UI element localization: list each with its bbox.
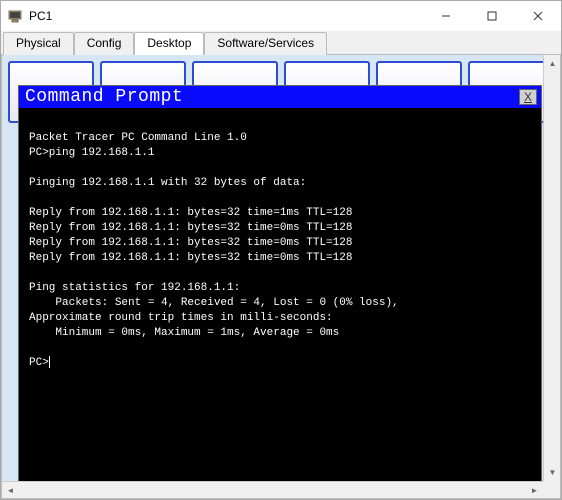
terminal-line: Minimum = 0ms, Maximum = 1ms, Average = … bbox=[29, 327, 339, 339]
tab-physical[interactable]: Physical bbox=[3, 32, 74, 55]
tab-bar: Physical Config Desktop Software/Service… bbox=[1, 31, 561, 55]
terminal-line: Reply from 192.168.1.1: bytes=32 time=1m… bbox=[29, 207, 352, 219]
terminal-close-button[interactable]: X bbox=[519, 89, 537, 105]
terminal-line: Pinging 192.168.1.1 with 32 bytes of dat… bbox=[29, 177, 306, 189]
scroll-up-button[interactable]: ▲ bbox=[544, 55, 561, 72]
tab-desktop[interactable]: Desktop bbox=[134, 32, 204, 55]
command-prompt-window: Command Prompt X Packet Tracer PC Comman… bbox=[18, 85, 542, 499]
content-area: Command Prompt X Packet Tracer PC Comman… bbox=[1, 55, 561, 499]
terminal-title: Command Prompt bbox=[25, 87, 519, 107]
terminal-line: Approximate round trip times in milli-se… bbox=[29, 312, 333, 324]
tab-config[interactable]: Config bbox=[74, 32, 135, 55]
chevron-right-icon: ► bbox=[531, 486, 539, 495]
close-icon bbox=[533, 11, 543, 21]
tab-software[interactable]: Software/Services bbox=[204, 32, 327, 55]
scroll-down-button[interactable]: ▼ bbox=[544, 464, 561, 481]
minimize-button[interactable] bbox=[423, 1, 469, 31]
scroll-track[interactable] bbox=[19, 482, 526, 498]
minimize-icon bbox=[441, 11, 451, 21]
window-title: PC1 bbox=[29, 9, 52, 23]
close-button[interactable] bbox=[515, 1, 561, 31]
pc-icon bbox=[7, 8, 23, 24]
chevron-up-icon: ▲ bbox=[549, 59, 557, 68]
scroll-left-button[interactable]: ◄ bbox=[2, 482, 19, 499]
titlebar[interactable]: PC1 bbox=[1, 1, 561, 31]
maximize-button[interactable] bbox=[469, 1, 515, 31]
app-window: PC1 Physical Config Desktop Software/Ser… bbox=[0, 0, 562, 500]
scrollbar-horizontal[interactable]: ◄ ► bbox=[2, 481, 543, 498]
scroll-right-button[interactable]: ► bbox=[526, 482, 543, 499]
scroll-corner bbox=[543, 481, 560, 498]
scrollbar-vertical[interactable]: ▲ ▼ bbox=[543, 55, 560, 481]
chevron-down-icon: ▼ bbox=[549, 468, 557, 477]
terminal-line: Reply from 192.168.1.1: bytes=32 time=0m… bbox=[29, 252, 352, 264]
chevron-left-icon: ◄ bbox=[7, 486, 15, 495]
terminal-line: PC>ping 192.168.1.1 bbox=[29, 147, 154, 159]
terminal-prompt: PC> bbox=[29, 357, 49, 369]
maximize-icon bbox=[487, 11, 497, 21]
terminal-body[interactable]: Packet Tracer PC Command Line 1.0 PC>pin… bbox=[19, 108, 541, 499]
terminal-line: Reply from 192.168.1.1: bytes=32 time=0m… bbox=[29, 237, 352, 249]
cursor bbox=[49, 356, 50, 368]
terminal-line: Packet Tracer PC Command Line 1.0 bbox=[29, 132, 247, 144]
terminal-line: Packets: Sent = 4, Received = 4, Lost = … bbox=[29, 297, 399, 309]
terminal-titlebar[interactable]: Command Prompt X bbox=[19, 86, 541, 108]
scroll-track[interactable] bbox=[544, 72, 560, 464]
terminal-line: Ping statistics for 192.168.1.1: bbox=[29, 282, 240, 294]
terminal-line: Reply from 192.168.1.1: bytes=32 time=0m… bbox=[29, 222, 352, 234]
